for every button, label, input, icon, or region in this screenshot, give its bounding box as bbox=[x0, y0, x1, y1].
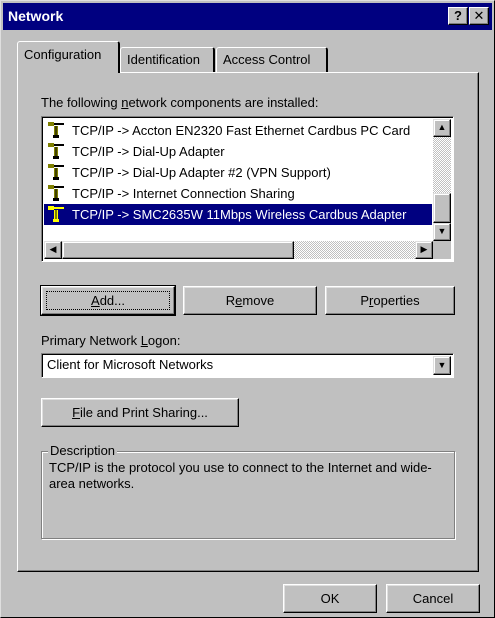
network-protocol-icon bbox=[48, 143, 64, 159]
horizontal-scrollbar[interactable]: ◀ ▶ bbox=[44, 241, 433, 259]
scroll-left-icon[interactable]: ◀ bbox=[44, 241, 62, 259]
network-protocol-icon bbox=[48, 164, 64, 180]
help-button[interactable]: ? bbox=[448, 7, 468, 25]
list-item-text: TCP/IP -> Accton EN2320 Fast Ethernet Ca… bbox=[72, 123, 411, 138]
description-group: Description TCP/IP is the protocol you u… bbox=[41, 443, 455, 539]
file-and-print-sharing-button[interactable]: File and Print Sharing... bbox=[41, 398, 239, 427]
vertical-scroll-thumb[interactable] bbox=[433, 193, 451, 223]
list-item-text: TCP/IP -> SMC2635W 11Mbps Wireless Cardb… bbox=[72, 207, 407, 222]
primary-logon-value: Client for Microsoft Networks bbox=[47, 357, 214, 372]
description-legend: Description bbox=[48, 443, 118, 458]
scroll-right-icon[interactable]: ▶ bbox=[415, 241, 433, 259]
list-item-text: TCP/IP -> Dial-Up Adapter #2 (VPN Suppor… bbox=[72, 165, 331, 180]
description-text: TCP/IP is the protocol you use to connec… bbox=[49, 460, 432, 491]
list-item[interactable]: TCP/IP -> Dial-Up Adapter #2 (VPN Suppor… bbox=[44, 162, 432, 183]
scroll-corner bbox=[433, 241, 451, 259]
tab-access-control[interactable]: Access Control bbox=[216, 47, 328, 73]
components-label: The following network components are ins… bbox=[41, 95, 319, 110]
focus-indicator bbox=[46, 291, 170, 310]
tab-identification-label: Identification bbox=[127, 52, 200, 67]
primary-logon-select[interactable]: Client for Microsoft Networks ▼ bbox=[41, 353, 454, 378]
scroll-down-icon[interactable]: ▼ bbox=[433, 223, 451, 241]
network-protocol-icon bbox=[48, 122, 64, 138]
list-item-selected[interactable]: TCP/IP -> SMC2635W 11Mbps Wireless Cardb… bbox=[44, 204, 432, 225]
list-item[interactable]: TCP/IP -> Dial-Up Adapter bbox=[44, 141, 432, 162]
remove-button[interactable]: Remove bbox=[183, 286, 317, 315]
tab-identification[interactable]: Identification bbox=[120, 47, 215, 73]
tab-configuration[interactable]: Configuration bbox=[17, 41, 120, 73]
tab-configuration-label: Configuration bbox=[24, 47, 102, 62]
horizontal-scroll-thumb[interactable] bbox=[62, 241, 294, 259]
components-list[interactable]: TCP/IP -> Accton EN2320 Fast Ethernet Ca… bbox=[41, 116, 454, 262]
ok-button[interactable]: OK bbox=[283, 584, 377, 613]
list-item-text: TCP/IP -> Dial-Up Adapter bbox=[72, 144, 225, 159]
vertical-scrollbar[interactable]: ▲ ▼ bbox=[433, 119, 451, 241]
list-item-text: TCP/IP -> Internet Connection Sharing bbox=[72, 186, 295, 201]
chevron-down-icon[interactable]: ▼ bbox=[433, 356, 451, 375]
title-bar[interactable]: Network ? ✕ bbox=[3, 3, 492, 30]
network-protocol-icon bbox=[48, 206, 64, 222]
window-title: Network bbox=[8, 8, 64, 24]
list-item[interactable]: TCP/IP -> Accton EN2320 Fast Ethernet Ca… bbox=[44, 120, 432, 141]
close-button[interactable]: ✕ bbox=[469, 7, 489, 25]
scroll-up-icon[interactable]: ▲ bbox=[433, 119, 451, 137]
add-button[interactable]: Add... bbox=[40, 285, 176, 316]
properties-button[interactable]: Properties bbox=[325, 286, 455, 315]
tab-access-control-label: Access Control bbox=[223, 52, 311, 67]
list-item[interactable]: TCP/IP -> Internet Connection Sharing bbox=[44, 183, 432, 204]
primary-logon-label: Primary Network Logon: bbox=[41, 333, 181, 348]
network-protocol-icon bbox=[48, 185, 64, 201]
network-dialog: Network ? ✕ Configuration Identification… bbox=[0, 0, 495, 618]
cancel-button[interactable]: Cancel bbox=[386, 584, 480, 613]
